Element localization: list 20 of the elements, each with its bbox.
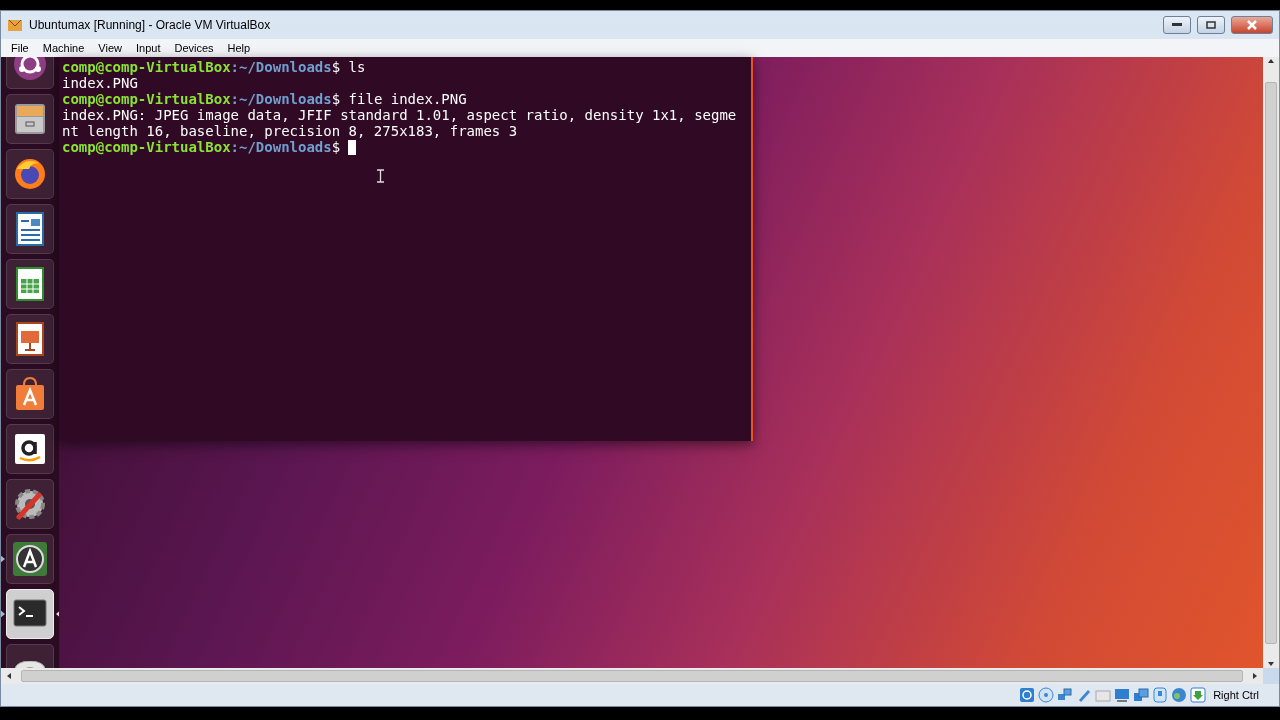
menu-item[interactable]: Help [221, 42, 257, 54]
host-key-label: Right Ctrl [1213, 689, 1259, 701]
prompt-path: :~/Downloads [230, 139, 332, 155]
command-text: $ file index.PNG [331, 91, 467, 107]
menu-item[interactable]: Machine [36, 42, 91, 54]
prompt-user-host: comp@comp-VirtualBox [62, 59, 231, 75]
menu-item[interactable]: Devices [168, 42, 220, 54]
menu-item[interactable]: View [92, 42, 128, 54]
output-text: nt length 16, baseline, precision 8, 275x183, frames 3 [62, 123, 519, 139]
output-text: index.PNG: JPEG image data, JFIF standard 1.01, aspect ratio, density 1x1, segme [62, 107, 738, 123]
command-text: $ ls [331, 59, 366, 75]
command-text: $ [331, 139, 341, 155]
menu-item[interactable]: Input [129, 42, 167, 54]
prompt-path: :~/Downloads [230, 59, 332, 75]
window-title: Ubuntumax [Running] - Oracle VM VirtualBox [29, 18, 271, 32]
prompt-user-host: comp@comp-VirtualBox [62, 139, 231, 155]
prompt-user-host: comp@comp-VirtualBox [62, 91, 231, 107]
menu-item[interactable]: File [5, 42, 35, 54]
output-text: index.PNG [62, 75, 139, 91]
prompt-path: :~/Downloads [230, 91, 332, 107]
